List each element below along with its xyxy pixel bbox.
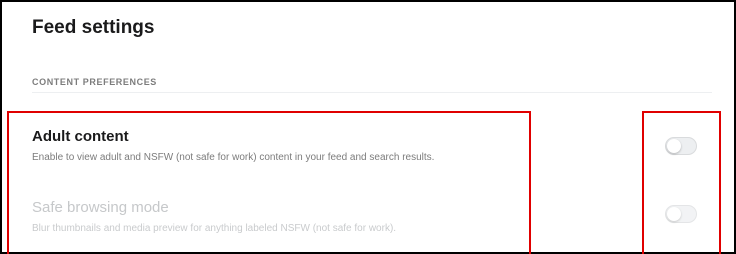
setting-row-safe-browsing: Safe browsing mode Blur thumbnails and m… — [32, 199, 692, 235]
adult-content-toggle[interactable] — [665, 137, 697, 155]
setting-title-adult-content: Adult content — [32, 128, 129, 145]
section-header: CONTENT PREFERENCES — [32, 77, 157, 87]
safe-browsing-toggle[interactable] — [665, 205, 697, 223]
page-title: Feed settings — [32, 17, 155, 38]
setting-row-adult-content: Adult content Enable to view adult and N… — [32, 128, 692, 164]
toggle-knob — [667, 207, 681, 221]
setting-title-safe-browsing: Safe browsing mode — [32, 199, 169, 216]
setting-description-safe-browsing: Blur thumbnails and media preview for an… — [32, 223, 397, 234]
toggle-knob — [667, 139, 681, 153]
section-divider — [32, 92, 712, 93]
setting-description-adult-content: Enable to view adult and NSFW (not safe … — [32, 152, 435, 163]
settings-panel: Feed settings CONTENT PREFERENCES Adult … — [0, 0, 736, 254]
